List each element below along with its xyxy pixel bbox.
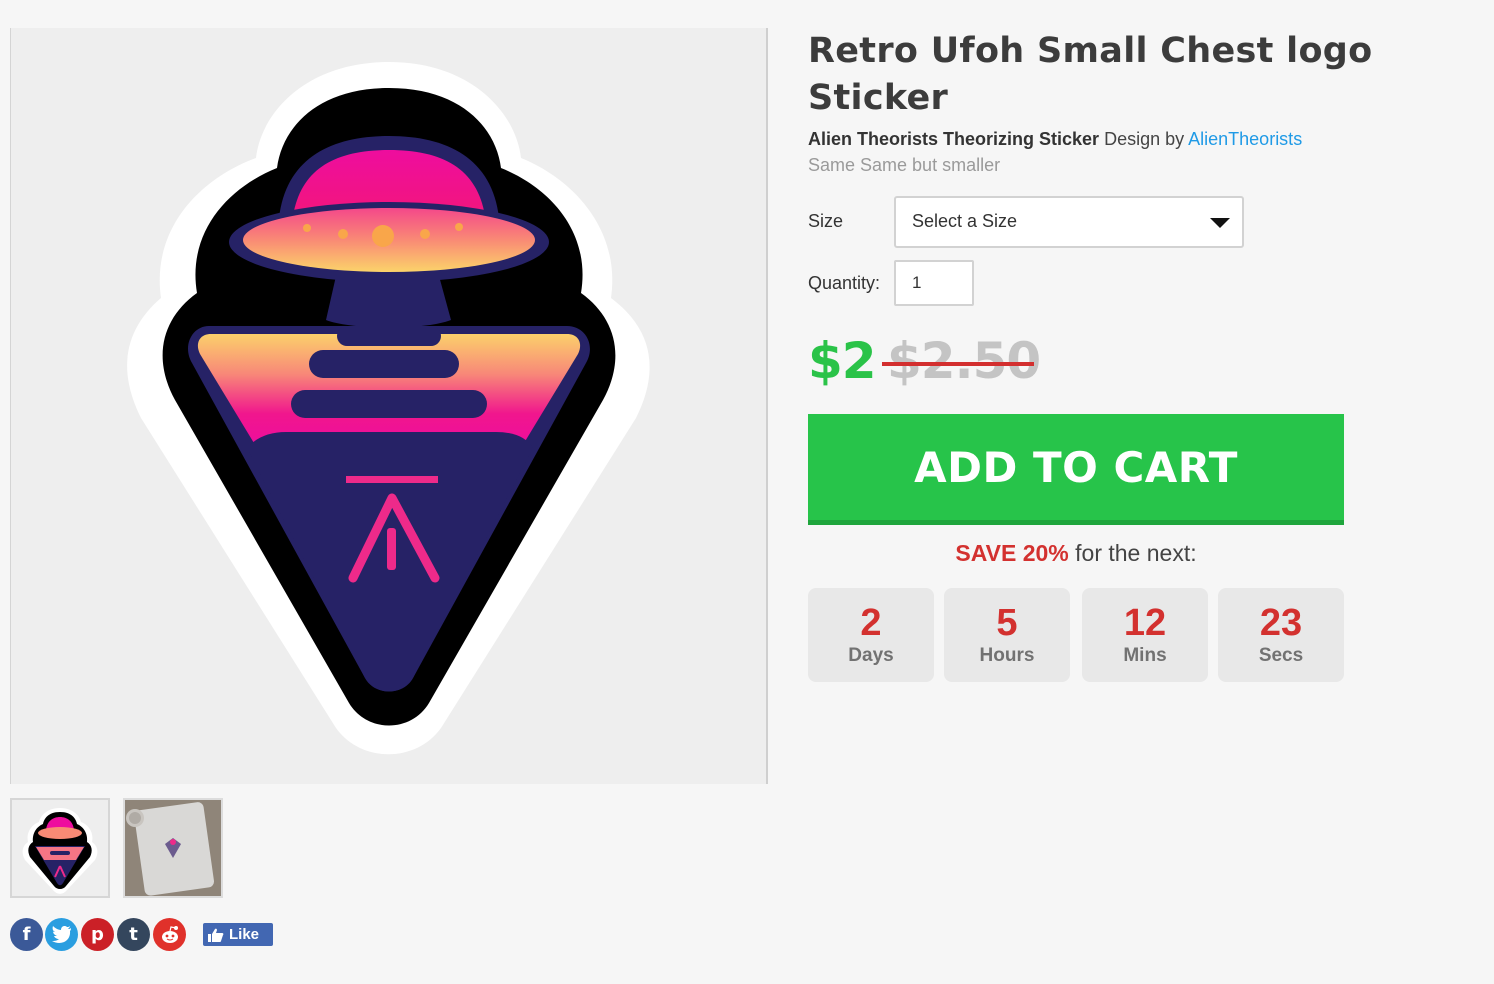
size-select[interactable]: Select a Size bbox=[894, 196, 1244, 248]
original-price: $2.50 bbox=[887, 332, 1041, 390]
price-strikethrough bbox=[882, 362, 1034, 366]
countdown-unit: Days bbox=[848, 645, 894, 666]
countdown-hours: 5 Hours bbox=[944, 588, 1070, 682]
facebook-like-button[interactable]: Like bbox=[203, 923, 273, 946]
promo-message: SAVE 20% for the next: bbox=[808, 540, 1344, 567]
countdown-days: 2 Days bbox=[808, 588, 934, 682]
size-label: Size bbox=[808, 211, 844, 231]
countdown-value: 2 bbox=[860, 602, 882, 644]
tumblr-icon[interactable]: t bbox=[117, 918, 150, 951]
promo-save-label: SAVE 20% bbox=[955, 540, 1069, 566]
quantity-label: Quantity: bbox=[808, 273, 881, 293]
countdown-value: 12 bbox=[1123, 602, 1167, 644]
like-label: Like bbox=[229, 926, 260, 943]
countdown-unit: Hours bbox=[979, 645, 1035, 666]
size-select-value: Select a Size bbox=[912, 211, 1018, 231]
facebook-icon[interactable]: f bbox=[10, 918, 43, 951]
thumbs-up-icon bbox=[208, 928, 224, 942]
countdown-unit: Secs bbox=[1258, 645, 1304, 666]
product-title: Retro Ufoh Small Chest logo Sticker bbox=[808, 31, 1373, 118]
thumbnail-sticker[interactable] bbox=[10, 798, 110, 898]
reddit-icon[interactable] bbox=[153, 918, 186, 951]
thumbnail-sticker-image bbox=[22, 808, 98, 894]
sticker-artwork bbox=[127, 62, 650, 755]
promo-suffix: for the next: bbox=[1068, 540, 1197, 566]
thumbnail-laptop-mockup[interactable] bbox=[123, 798, 223, 898]
chevron-down-icon bbox=[1210, 218, 1230, 228]
artist-link[interactable]: AlienTheorists bbox=[1188, 129, 1302, 149]
countdown-secs: 23 Secs bbox=[1218, 588, 1344, 682]
design-by-label: Design by bbox=[1104, 129, 1185, 149]
pinterest-icon[interactable]: p bbox=[81, 918, 114, 951]
sale-price: $2 bbox=[808, 332, 877, 390]
countdown-unit: Mins bbox=[1123, 645, 1167, 666]
countdown-value: 5 bbox=[996, 602, 1018, 644]
product-description: Same Same but smaller bbox=[808, 155, 1001, 175]
design-name: Alien Theorists Theorizing Sticker bbox=[808, 129, 1100, 149]
add-to-cart-button[interactable]: ADD TO CART bbox=[808, 414, 1344, 525]
countdown-value: 23 bbox=[1259, 602, 1303, 644]
countdown-mins: 12 Mins bbox=[1082, 588, 1208, 682]
design-byline: Alien Theorists Theorizing Sticker Desig… bbox=[808, 129, 1302, 150]
quantity-input[interactable]: 1 bbox=[894, 260, 974, 306]
twitter-icon[interactable] bbox=[45, 918, 78, 951]
main-product-image[interactable] bbox=[10, 28, 768, 784]
thumbnail-laptop-image bbox=[125, 800, 221, 896]
